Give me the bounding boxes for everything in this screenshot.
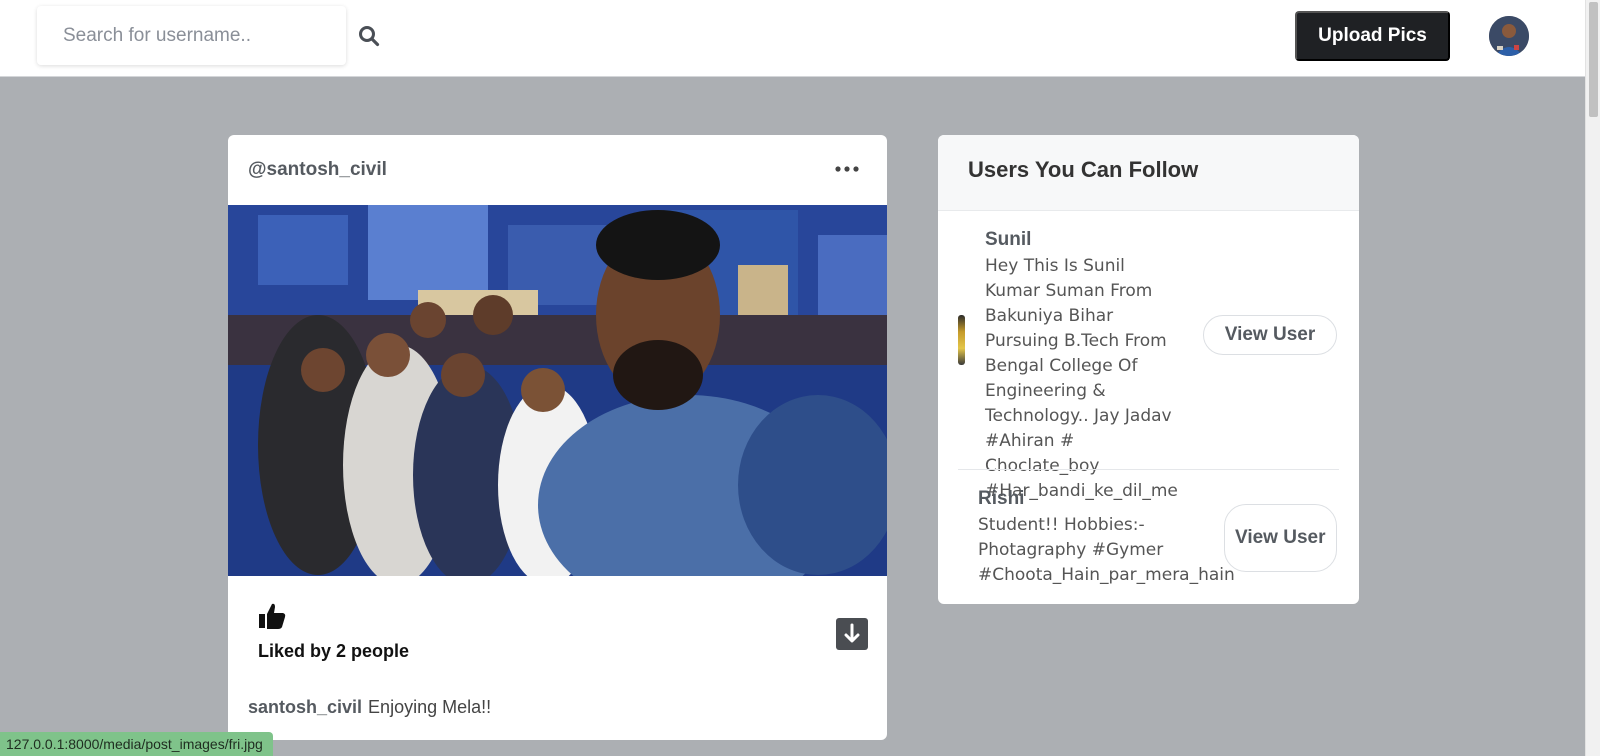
search-box[interactable]: [37, 6, 346, 65]
list-item: Sunil Hey This Is Sunil Kumar Suman From…: [985, 229, 1185, 504]
post-caption: santosh_civil Enjoying Mela!!: [248, 697, 491, 718]
view-user-button[interactable]: View User: [1203, 315, 1337, 355]
list-item: Rishi Student!! Hobbies:- Photagraphy #G…: [978, 488, 1235, 588]
user-name: Sunil: [985, 229, 1032, 250]
top-navbar: Upload Pics: [0, 0, 1585, 77]
caption-text: Enjoying Mela!!: [368, 697, 492, 717]
search-input[interactable]: [37, 6, 346, 65]
view-user-button[interactable]: View User: [1224, 504, 1337, 572]
caption-username[interactable]: santosh_civil: [248, 697, 362, 717]
follow-card-header: Users You Can Follow: [938, 135, 1359, 211]
post-username[interactable]: @santosh_civil: [248, 159, 387, 181]
avatar[interactable]: [1489, 16, 1529, 56]
thumbs-up-icon[interactable]: [258, 602, 286, 630]
follow-suggestions-card: Users You Can Follow Sunil Hey This Is S…: [938, 135, 1359, 604]
link-status-bar: 127.0.0.1:8000/media/post_images/fri.jpg: [0, 732, 273, 756]
user-name: Rishi: [978, 488, 1025, 509]
divider: [958, 469, 1339, 470]
download-icon[interactable]: [836, 618, 868, 650]
user-thumbnail: [958, 315, 965, 365]
more-horizontal-icon[interactable]: [834, 161, 860, 177]
page-scrollbar[interactable]: [1585, 0, 1600, 756]
user-bio: Student!! Hobbies:- Photagraphy #Gymer #…: [978, 515, 1235, 585]
post-card: @santosh_civil Liked by 2 people santosh…: [228, 135, 887, 740]
follow-card-title: Users You Can Follow: [968, 157, 1199, 182]
user-bio: Hey This Is Sunil Kumar Suman From Bakun…: [985, 256, 1178, 501]
search-icon[interactable]: [358, 25, 380, 47]
likes-count: Liked by 2 people: [258, 641, 410, 661]
post-image[interactable]: [228, 205, 887, 576]
upload-pics-button[interactable]: Upload Pics: [1295, 11, 1450, 61]
scrollbar-thumb[interactable]: [1589, 2, 1598, 117]
